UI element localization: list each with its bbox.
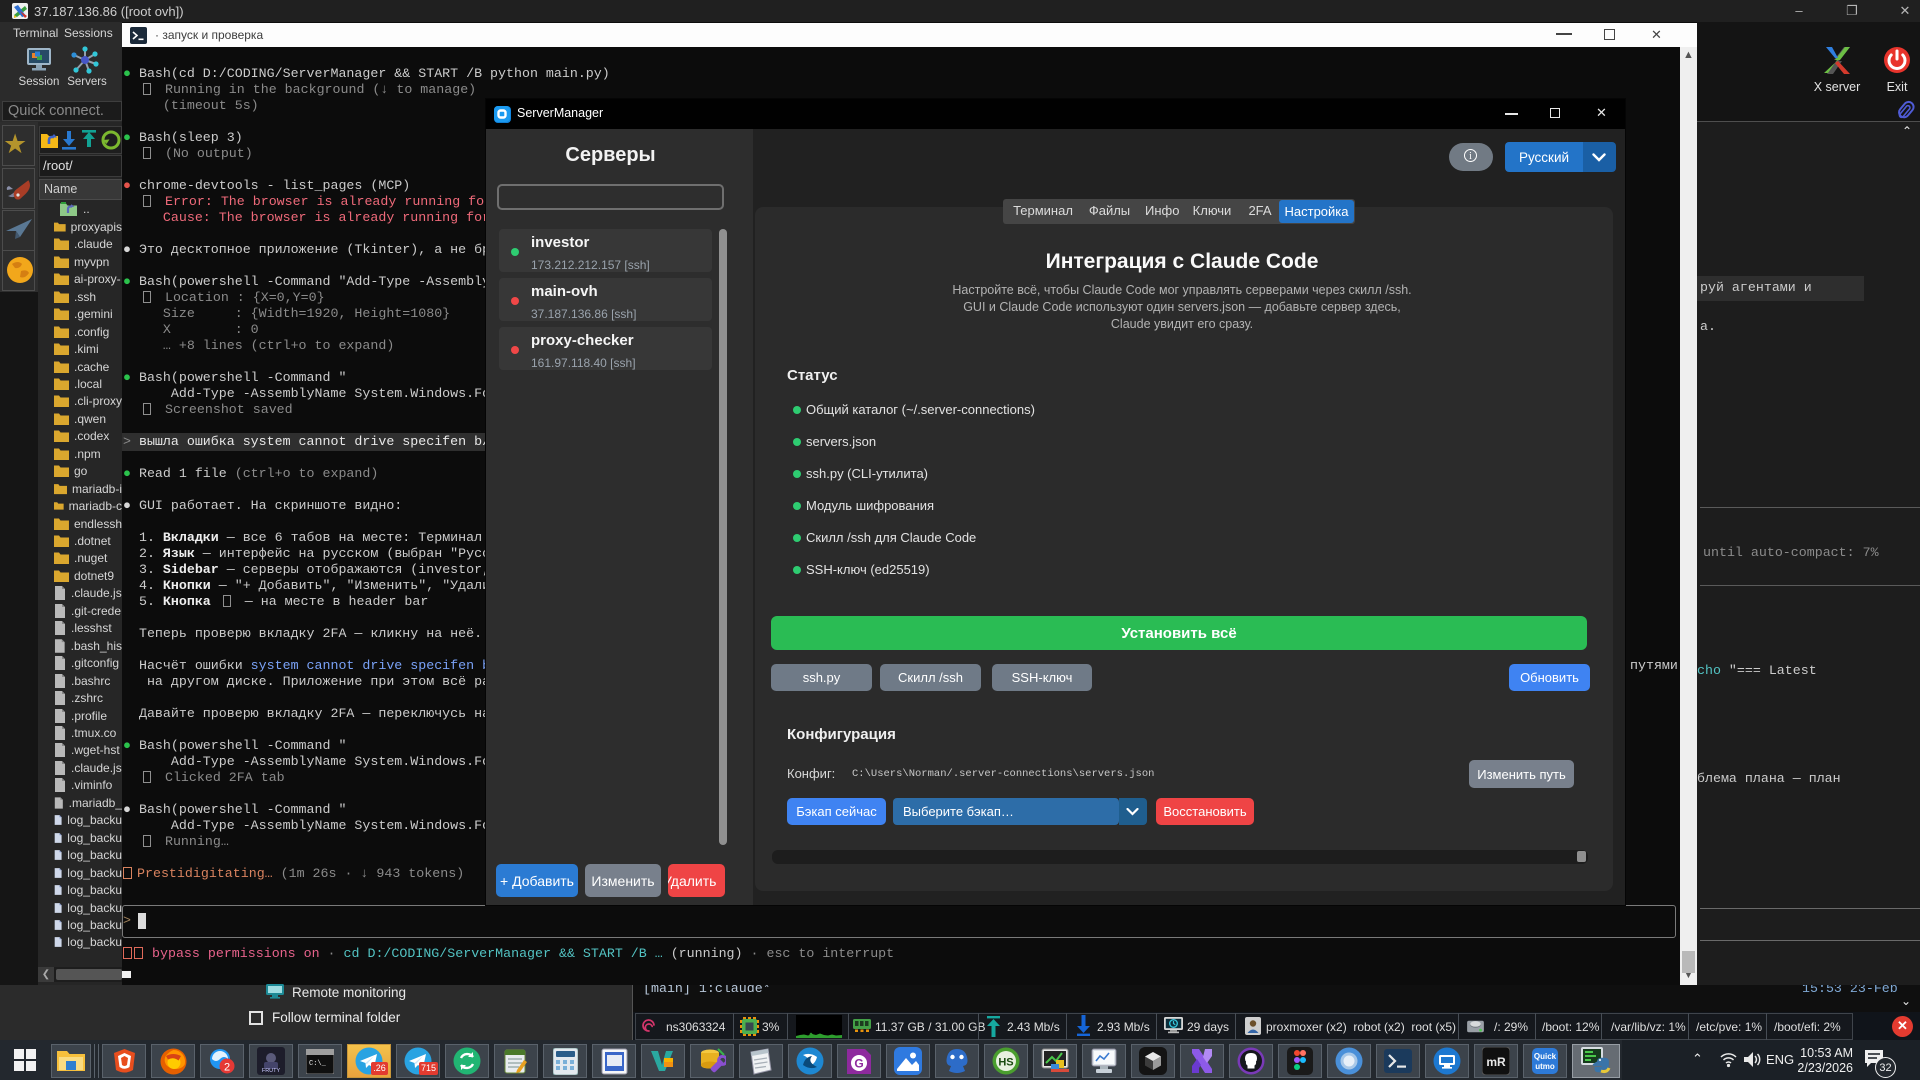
svg-text:2: 2 [224, 1062, 230, 1074]
svg-text:utmo: utmo [1535, 1062, 1555, 1071]
svg-text:FRUTY: FRUTY [262, 1068, 281, 1074]
svg-text:mR: mR [1486, 1055, 1506, 1069]
svg-text:HS: HS [998, 1057, 1013, 1069]
svg-text:Quick: Quick [1534, 1052, 1557, 1061]
svg-text:C:\_: C:\_ [309, 1060, 327, 1068]
svg-text:G: G [854, 1056, 863, 1070]
